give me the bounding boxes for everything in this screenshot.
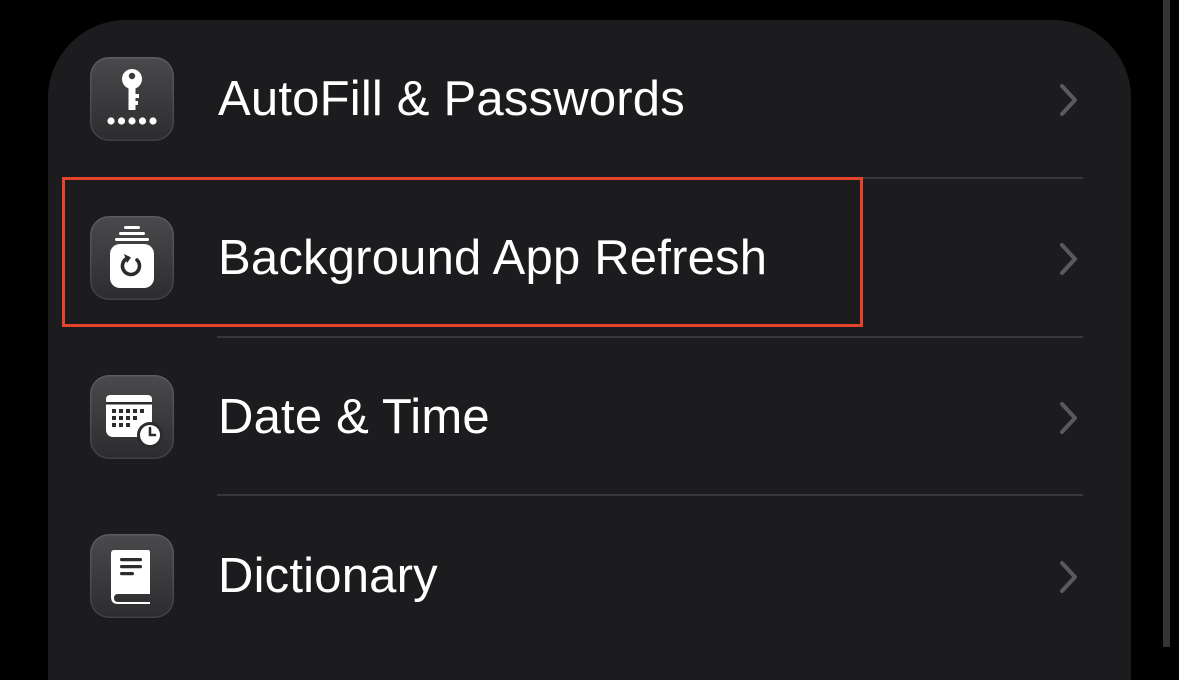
settings-row-autofill-passwords[interactable]: AutoFill & Passwords xyxy=(48,20,1131,178)
calendar-clock-icon xyxy=(90,375,174,459)
chevron-right-icon xyxy=(1060,243,1077,275)
settings-row-date-time[interactable]: Date & Time xyxy=(48,338,1131,496)
row-label: Dictionary xyxy=(218,549,438,603)
settings-row-dictionary[interactable]: Dictionary xyxy=(48,497,1131,655)
row-label: Date & Time xyxy=(218,390,490,444)
key-dots-icon xyxy=(90,57,174,141)
app-refresh-icon xyxy=(90,216,174,300)
chevron-right-icon xyxy=(1060,84,1077,116)
row-separator xyxy=(217,494,1083,496)
settings-row-background-app-refresh[interactable]: Background App Refresh xyxy=(48,179,1131,337)
row-label: Background App Refresh xyxy=(218,231,768,285)
book-icon xyxy=(90,534,174,618)
scrollbar[interactable] xyxy=(1163,0,1170,647)
chevron-right-icon xyxy=(1060,402,1077,434)
chevron-right-icon xyxy=(1060,561,1077,593)
row-label: AutoFill & Passwords xyxy=(218,72,685,126)
